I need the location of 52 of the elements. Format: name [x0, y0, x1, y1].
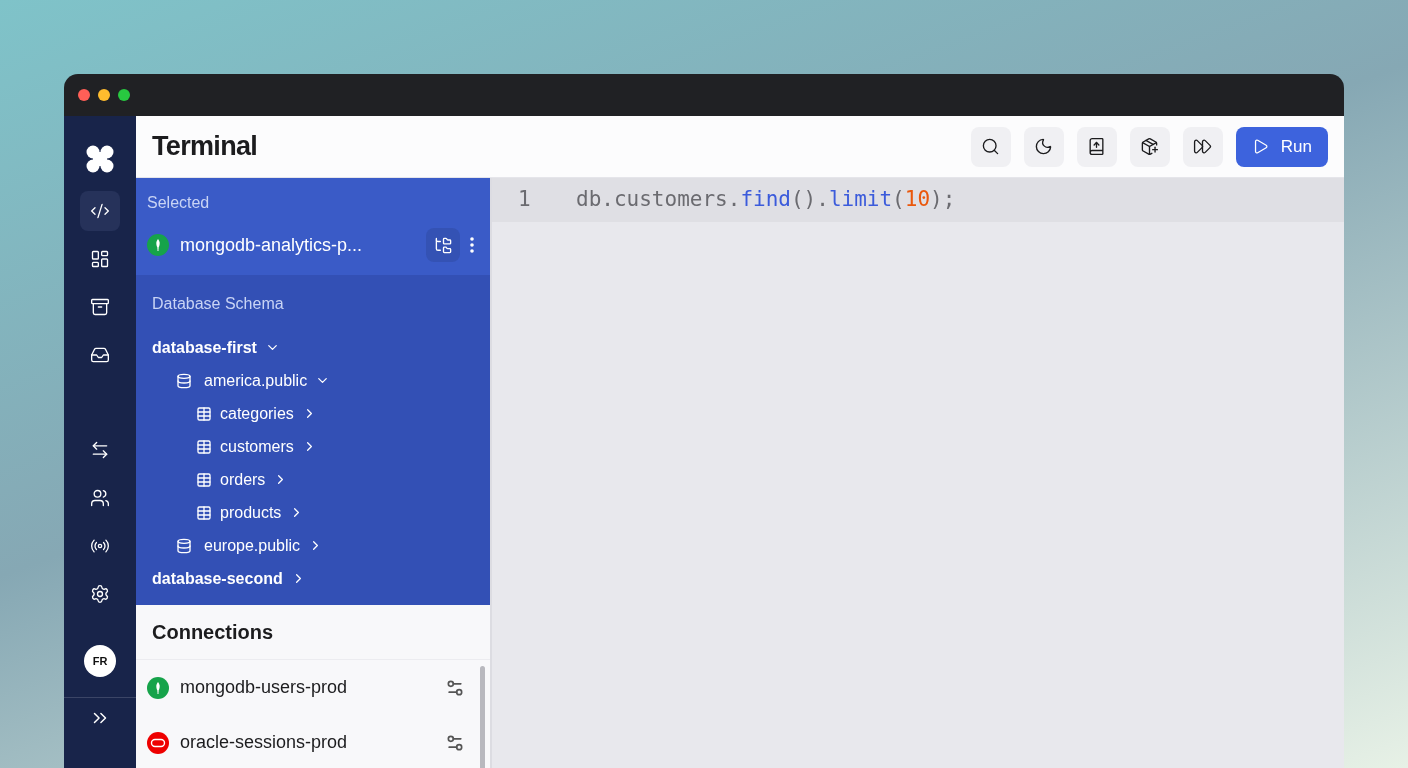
archive-icon [90, 297, 110, 317]
search-icon [981, 137, 1001, 156]
table-icon [196, 405, 212, 422]
folder-tree-icon [433, 235, 453, 255]
nav-button[interactable] [80, 191, 120, 231]
connection-item[interactable]: mongodb-users-prod [136, 660, 480, 715]
transfer-icon [90, 440, 110, 460]
table-icon [196, 504, 212, 521]
table-icon [196, 438, 212, 455]
book-upload-icon [1087, 137, 1107, 156]
database-icon [176, 537, 192, 554]
run-all-button[interactable] [1182, 126, 1223, 167]
tree-item[interactable]: products [196, 500, 305, 525]
section-title: Connections [136, 605, 490, 660]
layout-icon [90, 249, 110, 269]
more-button[interactable] [470, 237, 474, 253]
users-icon [90, 488, 110, 508]
line-number: 1 [517, 186, 532, 214]
more-icon [470, 237, 474, 253]
tree-item[interactable]: europe.public [176, 533, 324, 558]
fast-forward-icon [1193, 137, 1213, 156]
ring-logo-icon [147, 731, 169, 754]
database-icon [176, 372, 192, 389]
tree-item[interactable]: database-second [152, 566, 306, 591]
schema-tree-button[interactable] [426, 228, 460, 262]
connection-name: mongodb-analytics-p... [180, 233, 363, 257]
theme-button[interactable] [1023, 126, 1064, 167]
leaf-logo-icon [147, 676, 169, 699]
page-title: Terminal [152, 130, 258, 164]
section-label: Selected [147, 193, 211, 213]
code-line: db.customers.find().limit(10); [576, 186, 956, 214]
search-button[interactable] [970, 126, 1011, 167]
app-logo-icon [85, 144, 115, 174]
package-plus-icon [1140, 137, 1160, 156]
leaf-logo-icon [147, 234, 169, 256]
user-avatar[interactable]: FR [84, 645, 116, 677]
scrollbar[interactable] [480, 666, 485, 768]
moon-icon [1034, 137, 1054, 156]
tree-item[interactable]: categories [196, 401, 317, 426]
run-button[interactable]: Run [1235, 126, 1328, 167]
tree-item[interactable]: customers [196, 434, 317, 459]
upload-button[interactable] [1076, 126, 1117, 167]
code-icon [90, 201, 110, 221]
settings-icon [90, 584, 110, 604]
inbox-icon [90, 345, 110, 365]
section-label: Database Schema [151, 294, 285, 314]
connection-item[interactable]: oracle-sessions-prod [136, 715, 480, 768]
package-button[interactable] [1129, 126, 1170, 167]
tree-item[interactable]: america.public [176, 368, 331, 393]
tree-item[interactable]: orders [196, 467, 289, 492]
table-icon [196, 471, 212, 488]
tree-item[interactable]: database-first [152, 335, 280, 360]
